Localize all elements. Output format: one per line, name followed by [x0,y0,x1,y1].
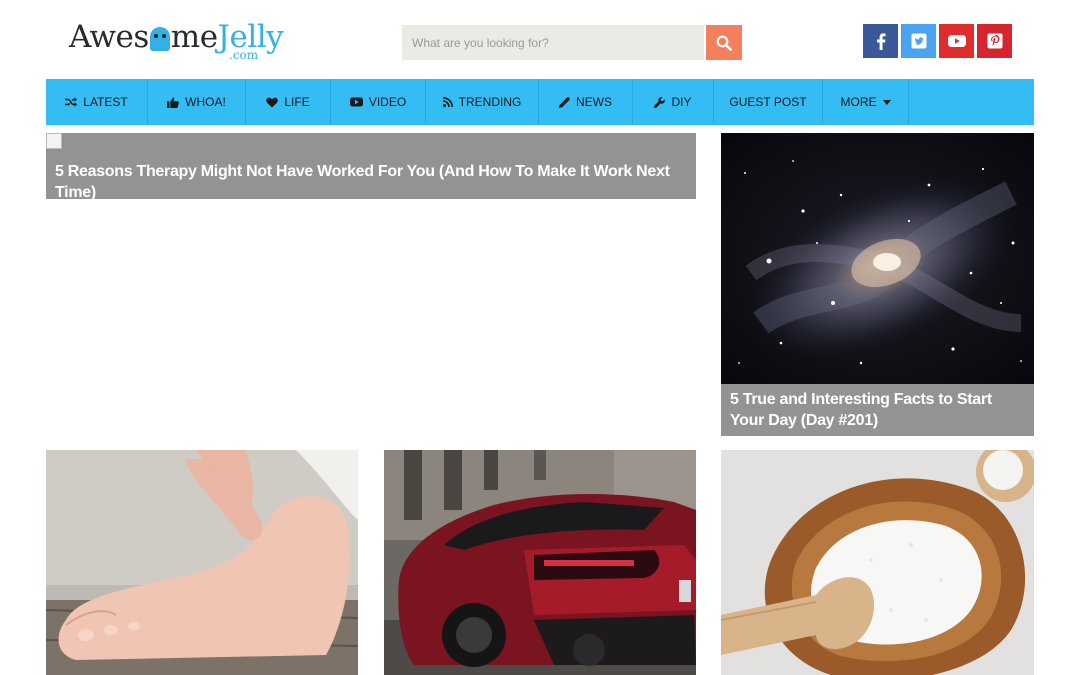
foot-image [46,450,358,675]
nav-label-news: NEWS [576,95,612,109]
twitter-button[interactable] [901,24,936,58]
youtube-button[interactable] [939,24,974,58]
nav-item-video[interactable]: VIDEO [331,79,426,125]
site-logo[interactable]: Awes meJelly .com [69,18,284,62]
logo-part-awes: Awes [69,19,149,55]
wrench-icon [654,96,666,108]
logo-part-me: me [170,19,218,55]
search-form [402,25,742,60]
heart-icon [266,97,279,107]
nav-label-trending: TRENDING [458,95,522,109]
nav-item-whoa[interactable]: WHOA! [148,79,246,125]
nav-label-more: MORE [840,95,877,109]
caret-down-icon [882,99,891,105]
car-image [384,450,696,675]
facebook-icon [876,32,885,50]
article-card-salt[interactable] [721,450,1034,675]
search-button[interactable] [706,25,742,60]
pinterest-icon [987,33,1002,49]
galaxy-image [721,133,1034,384]
nav-item-life[interactable]: LIFE [246,79,331,125]
nav-item-trending[interactable]: TRENDING [426,79,539,125]
search-icon [716,35,732,51]
twitter-icon [911,33,926,49]
broken-image-icon [46,133,62,149]
youtube-icon [349,97,363,107]
rss-icon [442,97,453,107]
pencil-icon [559,96,570,108]
nav-label-video: VIDEO [368,95,407,109]
nav-item-news[interactable]: NEWS [539,79,633,125]
nav-item-more[interactable]: MORE [823,79,909,125]
jelly-icon [149,27,170,51]
article-card-foot[interactable] [46,450,358,675]
facebook-button[interactable] [863,24,898,58]
salt-image [721,450,1034,675]
article-title[interactable]: 5 True and Interesting Facts to Start Yo… [721,384,1034,436]
thumbs-up-icon [167,97,179,108]
nav-item-diy[interactable]: DIY [633,79,714,125]
featured-article-side[interactable]: 5 True and Interesting Facts to Start Yo… [721,133,1034,436]
search-input[interactable] [402,25,704,60]
nav-label-whoa: WHOA! [185,95,226,109]
main-navigation: LATEST WHOA! LIFE VIDEO TRENDING NEWS DI… [46,79,1034,125]
featured-article-main[interactable]: 5 Reasons Therapy Might Not Have Worked … [46,133,696,199]
article-card-car[interactable] [384,450,696,675]
nav-label-diy: DIY [671,95,692,109]
shuffle-icon [65,97,78,107]
logo-domain: .com [229,48,259,62]
nav-label-life: LIFE [284,95,310,109]
pinterest-button[interactable] [977,24,1012,58]
youtube-icon [947,35,966,47]
nav-label-latest: LATEST [83,95,128,109]
nav-item-latest[interactable]: LATEST [46,79,148,125]
nav-label-guest-post: GUEST POST [729,95,807,109]
nav-item-guest-post[interactable]: GUEST POST [714,79,823,125]
article-title[interactable]: 5 Reasons Therapy Might Not Have Worked … [46,133,696,199]
